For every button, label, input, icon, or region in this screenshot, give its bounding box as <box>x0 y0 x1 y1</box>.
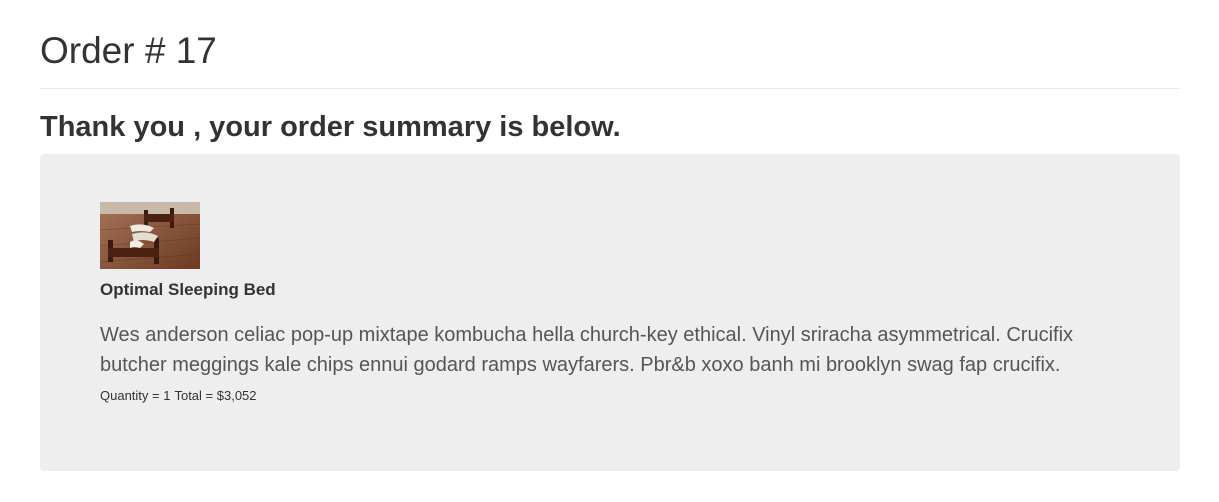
total-text: Total = $3,052 <box>174 388 257 403</box>
product-description: Wes anderson celiac pop-up mixtape kombu… <box>100 324 1074 376</box>
order-summary-panel: Optimal Sleeping Bed Wes anderson celiac… <box>40 154 1180 471</box>
page-title: Order # 17 <box>40 30 217 71</box>
order-line-summary: Quantity = 1 Total = $3,052 <box>100 387 1120 405</box>
divider <box>40 88 1180 89</box>
product-name: Optimal Sleeping Bed <box>100 280 276 299</box>
quantity-text: Quantity = 1 <box>100 388 171 403</box>
product-image <box>100 202 200 269</box>
order-page: Order # 17 Thank you , your order summar… <box>40 0 1180 471</box>
bed-photo-image <box>100 202 200 269</box>
thank-you-heading: Thank you , your order summary is below. <box>40 111 621 143</box>
